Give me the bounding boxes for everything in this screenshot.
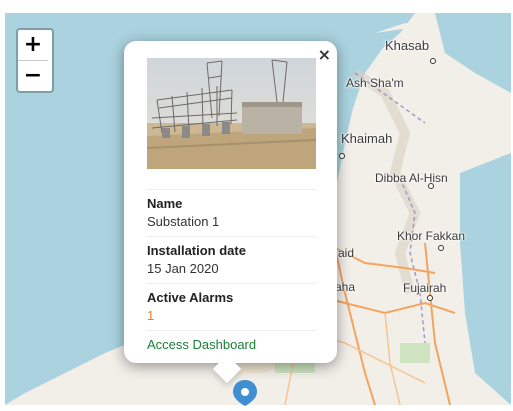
- town-dot: [430, 58, 436, 64]
- dashboard-link-row: Access Dashboard: [147, 330, 316, 360]
- place-label-fujairah: Fujairah: [403, 281, 447, 295]
- zoom-control: + −: [16, 28, 54, 93]
- access-dashboard-link[interactable]: Access Dashboard: [147, 337, 256, 352]
- place-label-khor-fakkan: Khor Fakkan: [397, 229, 466, 243]
- place-label-ash-sham: Ash Sha'm: [346, 76, 404, 90]
- popup-details: Name Substation 1 Installation date 15 J…: [147, 189, 316, 360]
- town-dot: [428, 183, 434, 189]
- installation-date-label: Installation date: [147, 243, 246, 258]
- name-value: Substation 1: [147, 214, 220, 229]
- active-alarms-value: 1: [147, 308, 155, 323]
- place-label-khaimah: Khaimah: [341, 131, 393, 146]
- place-label-dibba: Dibba Al-Hisn: [375, 171, 448, 185]
- place-label-khasab: Khasab: [385, 38, 430, 53]
- town-dot: [427, 295, 433, 301]
- town-dot: [438, 245, 444, 251]
- zoom-in-button[interactable]: +: [18, 30, 48, 61]
- zoom-out-button[interactable]: −: [18, 61, 48, 91]
- field-name: Name Substation 1: [147, 189, 316, 236]
- location-pin-icon[interactable]: [232, 380, 258, 406]
- installation-date-value: 15 Jan 2020: [147, 261, 219, 276]
- substation-photo: [147, 58, 316, 169]
- close-icon[interactable]: ×: [318, 45, 331, 64]
- place-label-aha: aha: [335, 280, 356, 294]
- active-alarms-label: Active Alarms: [147, 290, 234, 305]
- town-dot: [339, 153, 345, 159]
- substation-popup: × Name Substation 1 Installation date 15…: [124, 41, 337, 384]
- place-label-aid: aid: [338, 246, 355, 260]
- name-label: Name: [147, 196, 183, 211]
- field-active-alarms: Active Alarms 1: [147, 283, 316, 330]
- field-installation-date: Installation date 15 Jan 2020: [147, 236, 316, 283]
